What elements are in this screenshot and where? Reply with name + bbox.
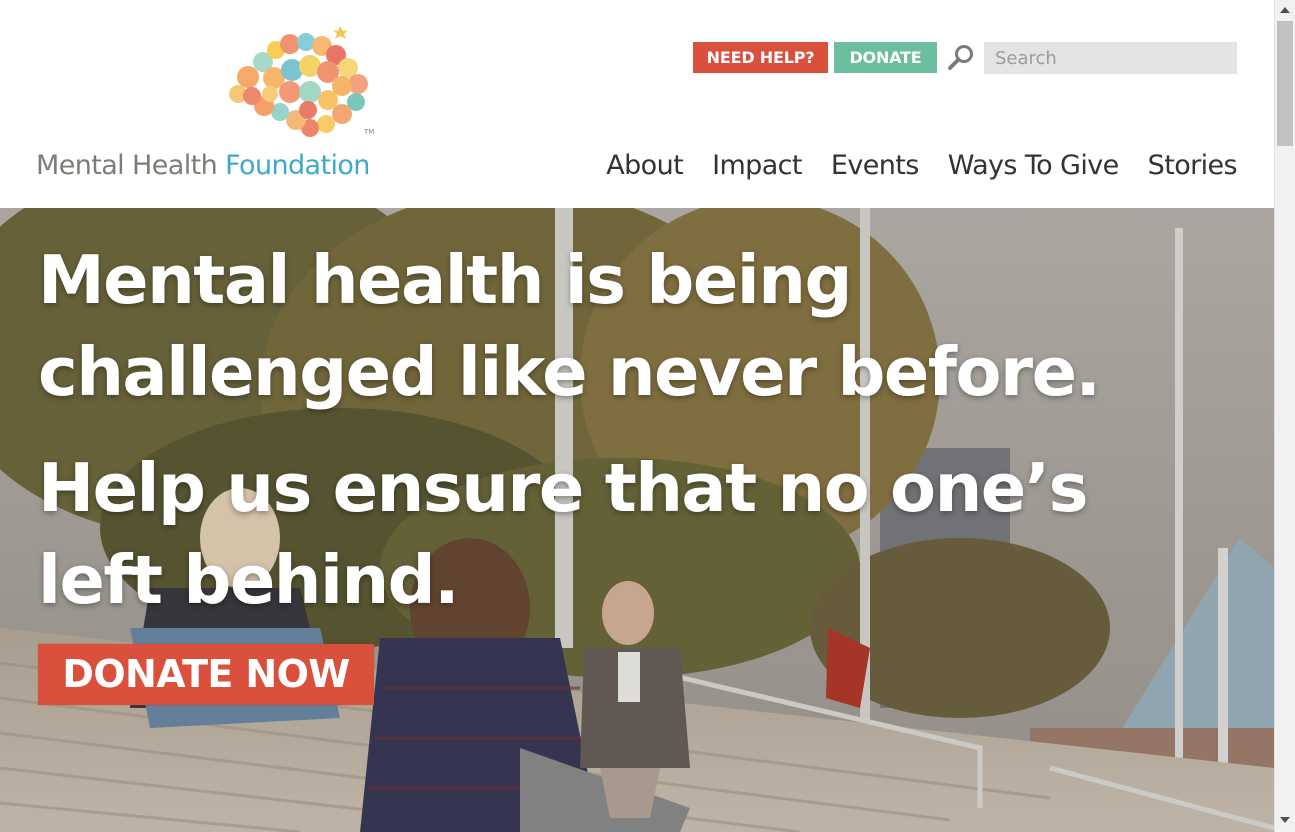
page: TM Mental Health Foundation NEED HELP? D… xyxy=(0,0,1295,832)
nav-item-stories[interactable]: Stories xyxy=(1148,150,1238,181)
hero-banner: Mental health is being challenged like n… xyxy=(0,208,1274,832)
scroll-down-arrow-icon[interactable] xyxy=(1280,817,1290,823)
butterfly-brain-icon: TM xyxy=(229,26,374,137)
donate-now-button[interactable]: DONATE NOW xyxy=(38,644,374,705)
donate-button[interactable]: DONATE xyxy=(834,42,937,73)
hero-headline-line-2: challenged like never before. xyxy=(38,333,1101,411)
hero-headline-line-1: Mental health is being xyxy=(38,241,852,319)
search-icon[interactable] xyxy=(946,43,976,73)
brand-name-part1: Mental Health xyxy=(36,150,218,181)
hero-subheadline-line-2: left behind. xyxy=(38,541,460,619)
svg-text:TM: TM xyxy=(363,128,374,136)
main-nav: About Impact Events Ways To Give Stories xyxy=(606,150,1237,181)
scrollbar-thumb[interactable] xyxy=(1277,21,1293,146)
brand-wordmark[interactable]: Mental Health Foundation xyxy=(36,150,370,181)
nav-item-ways-to-give[interactable]: Ways To Give xyxy=(948,150,1120,181)
brand-name-part2: Foundation xyxy=(225,150,370,181)
search-input[interactable] xyxy=(984,42,1237,74)
nav-item-impact[interactable]: Impact xyxy=(712,150,802,181)
hero-subheadline-line-1: Help us ensure that no one’s xyxy=(38,449,1089,527)
need-help-button[interactable]: NEED HELP? xyxy=(693,42,828,73)
scroll-up-arrow-icon[interactable] xyxy=(1280,7,1290,13)
vertical-scrollbar[interactable] xyxy=(1274,0,1295,832)
nav-item-about[interactable]: About xyxy=(606,150,683,181)
site-header: TM Mental Health Foundation NEED HELP? D… xyxy=(0,0,1274,208)
nav-item-events[interactable]: Events xyxy=(831,150,919,181)
